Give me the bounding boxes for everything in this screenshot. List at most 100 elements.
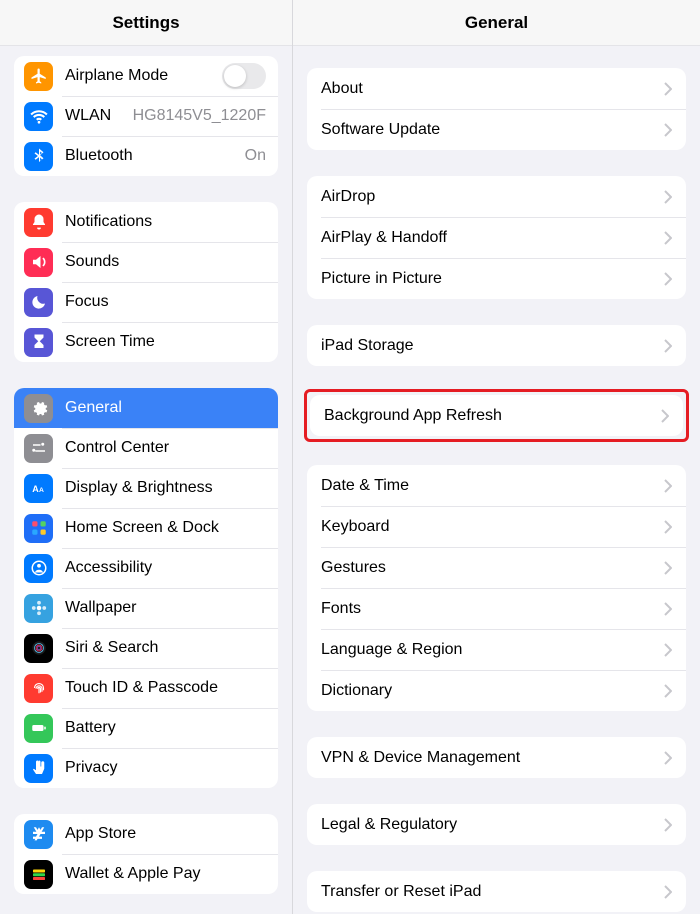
appstore-icon <box>24 820 53 849</box>
sidebar-item-notifications[interactable]: Notifications <box>14 202 278 242</box>
detail-item-software-update[interactable]: Software Update <box>307 109 686 150</box>
bluetooth-value: On <box>245 147 266 165</box>
detail-title: General <box>293 0 700 46</box>
chevron-right-icon <box>664 885 672 899</box>
sidebar-group: App Store Wallet & Apple Pay <box>14 814 278 894</box>
chevron-right-icon <box>664 751 672 765</box>
detail-group: iPad Storage <box>307 325 686 366</box>
sidebar-item-airplane[interactable]: Airplane Mode <box>14 56 278 96</box>
airplane-icon <box>24 62 53 91</box>
chevron-right-icon <box>664 818 672 832</box>
detail-group: Legal & Regulatory <box>307 804 686 845</box>
detail-item-vpn[interactable]: VPN & Device Management <box>307 737 686 778</box>
sidebar-item-accessibility[interactable]: Accessibility <box>14 548 278 588</box>
detail-item-bg-refresh[interactable]: Background App Refresh <box>310 395 683 436</box>
detail-item-label: AirDrop <box>321 188 656 206</box>
gear-icon <box>24 394 53 423</box>
detail-item-label: Software Update <box>321 121 656 139</box>
sidebar-item-label: Home Screen & Dock <box>65 519 266 537</box>
wlan-value: HG8145V5_1220F <box>133 107 266 125</box>
sidebar-item-wallpaper[interactable]: Wallpaper <box>14 588 278 628</box>
sidebar-item-sounds[interactable]: Sounds <box>14 242 278 282</box>
detail-item-label: Date & Time <box>321 477 656 495</box>
chevron-right-icon <box>664 643 672 657</box>
chevron-right-icon <box>661 409 669 423</box>
sidebar-group: Notifications Sounds Focus Screen Time <box>14 202 278 362</box>
svg-text:A: A <box>39 487 44 494</box>
sidebar-item-label: Airplane Mode <box>65 67 222 85</box>
sidebar-item-label: Accessibility <box>65 559 266 577</box>
detail-item-storage[interactable]: iPad Storage <box>307 325 686 366</box>
sidebar-item-appstore[interactable]: App Store <box>14 814 278 854</box>
sidebar-item-label: Siri & Search <box>65 639 266 657</box>
hand-icon <box>24 754 53 783</box>
svg-text:A: A <box>32 484 39 494</box>
chevron-right-icon <box>664 123 672 137</box>
detail-item-label: Gestures <box>321 559 656 577</box>
detail-item-label: Picture in Picture <box>321 270 656 288</box>
sidebar-item-label: Control Center <box>65 439 266 457</box>
detail-item-transfer[interactable]: Transfer or Reset iPad <box>307 871 686 912</box>
detail-group: About Software Update <box>307 68 686 150</box>
sidebar-item-siri[interactable]: Siri & Search <box>14 628 278 668</box>
detail-group: Date & Time Keyboard Gestures Fonts Lang… <box>307 465 686 711</box>
chevron-right-icon <box>664 479 672 493</box>
detail-item-fonts[interactable]: Fonts <box>307 588 686 629</box>
detail-item-airplay[interactable]: AirPlay & Handoff <box>307 217 686 258</box>
detail-item-language[interactable]: Language & Region <box>307 629 686 670</box>
detail-item-label: Fonts <box>321 600 656 618</box>
detail-item-label: Background App Refresh <box>324 407 653 425</box>
sidebar-item-privacy[interactable]: Privacy <box>14 748 278 788</box>
detail-item-label: iPad Storage <box>321 337 656 355</box>
sidebar-item-homescreen[interactable]: Home Screen & Dock <box>14 508 278 548</box>
detail-item-date-time[interactable]: Date & Time <box>307 465 686 506</box>
sidebar-item-battery[interactable]: Battery <box>14 708 278 748</box>
chevron-right-icon <box>664 231 672 245</box>
detail-item-pip[interactable]: Picture in Picture <box>307 258 686 299</box>
detail-item-label: Transfer or Reset iPad <box>321 883 656 901</box>
chevron-right-icon <box>664 82 672 96</box>
bell-icon <box>24 208 53 237</box>
chevron-right-icon <box>664 339 672 353</box>
detail-item-airdrop[interactable]: AirDrop <box>307 176 686 217</box>
sidebar-item-focus[interactable]: Focus <box>14 282 278 322</box>
sidebar-item-general[interactable]: General <box>14 388 278 428</box>
sidebar-item-label: Display & Brightness <box>65 479 266 497</box>
detail-item-label: AirPlay & Handoff <box>321 229 656 247</box>
airplane-toggle[interactable] <box>222 63 266 89</box>
sidebar-item-label: WLAN <box>65 107 127 125</box>
sidebar-item-label: Sounds <box>65 253 266 271</box>
battery-icon <box>24 714 53 743</box>
sidebar-item-label: General <box>65 399 266 417</box>
detail-item-gestures[interactable]: Gestures <box>307 547 686 588</box>
chevron-right-icon <box>664 684 672 698</box>
detail-item-label: Language & Region <box>321 641 656 659</box>
detail-scroll[interactable]: About Software Update AirDrop AirPlay & … <box>293 46 700 914</box>
detail-item-label: Keyboard <box>321 518 656 536</box>
sidebar-item-display[interactable]: AA Display & Brightness <box>14 468 278 508</box>
detail-item-legal[interactable]: Legal & Regulatory <box>307 804 686 845</box>
detail-item-label: Legal & Regulatory <box>321 816 656 834</box>
detail-group: VPN & Device Management <box>307 737 686 778</box>
sidebar-item-screentime[interactable]: Screen Time <box>14 322 278 362</box>
detail-item-dictionary[interactable]: Dictionary <box>307 670 686 711</box>
sidebar-item-wallet[interactable]: Wallet & Apple Pay <box>14 854 278 894</box>
detail-group: Background App Refresh <box>310 395 683 436</box>
moon-icon <box>24 288 53 317</box>
sidebar-title: Settings <box>0 0 292 46</box>
sidebar-item-bluetooth[interactable]: Bluetooth On <box>14 136 278 176</box>
grid-icon <box>24 514 53 543</box>
detail-item-keyboard[interactable]: Keyboard <box>307 506 686 547</box>
sidebar-item-wlan[interactable]: WLAN HG8145V5_1220F <box>14 96 278 136</box>
sidebar-item-controlcenter[interactable]: Control Center <box>14 428 278 468</box>
flower-icon <box>24 594 53 623</box>
sidebar-group: General Control Center AA Display & Brig… <box>14 388 278 788</box>
detail-item-about[interactable]: About <box>307 68 686 109</box>
sidebar-item-touchid[interactable]: Touch ID & Passcode <box>14 668 278 708</box>
chevron-right-icon <box>664 602 672 616</box>
speaker-icon <box>24 248 53 277</box>
sidebar-scroll[interactable]: Airplane Mode WLAN HG8145V5_1220F Blueto… <box>0 46 292 914</box>
sidebar-item-label: Touch ID & Passcode <box>65 679 266 697</box>
detail-group: AirDrop AirPlay & Handoff Picture in Pic… <box>307 176 686 299</box>
chevron-right-icon <box>664 190 672 204</box>
